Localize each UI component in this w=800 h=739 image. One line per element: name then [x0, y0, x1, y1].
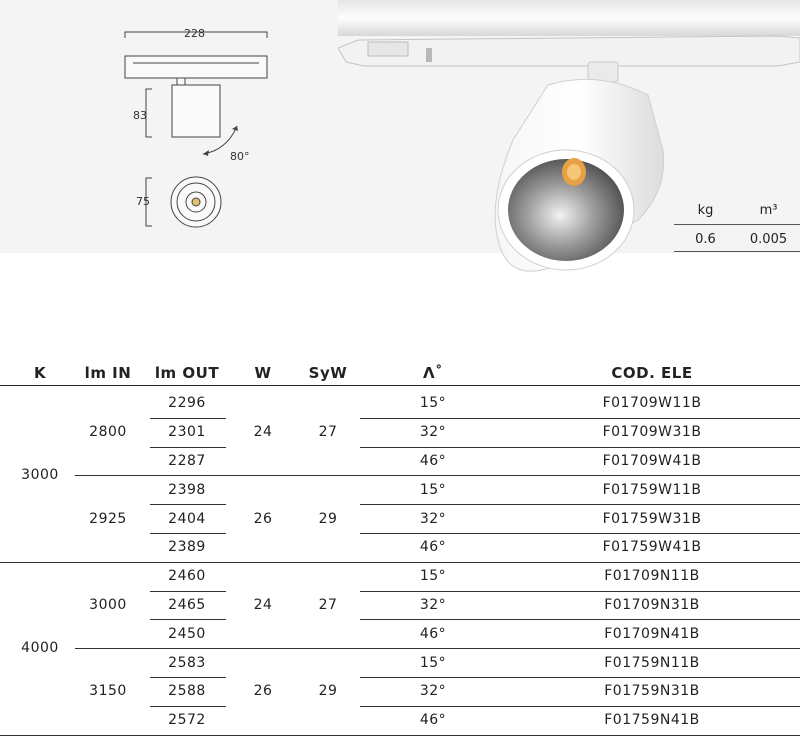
product-code: F01709W11B [602, 395, 702, 412]
row-divider [150, 533, 226, 534]
lm-out-value: 2287 [168, 453, 206, 469]
beam-angle-value: 15° [419, 654, 447, 671]
row-divider [360, 533, 800, 534]
dimension-width: 228 [184, 27, 205, 40]
product-code: F01759W11B [602, 481, 702, 498]
header-lm-out: lm OUT [154, 364, 220, 382]
product-code: F01709N41B [604, 625, 700, 642]
lm-out-value: 2588 [168, 683, 206, 700]
product-code: F01759N31B [604, 683, 700, 700]
beam-angle-value: 32° [419, 683, 447, 700]
cct-value: 4000 [21, 640, 59, 657]
beam-angle-value: 46° [419, 539, 447, 556]
lm-out-value: 2450 [168, 625, 206, 642]
lm-out-value: 2465 [168, 597, 206, 613]
product-code: F01759W41B [602, 539, 702, 556]
watt-value: 26 [253, 683, 273, 700]
product-code: F01709W31B [602, 424, 702, 441]
header-lm-in: lm IN [84, 364, 132, 382]
beam-angle-value: 15° [419, 568, 447, 585]
packaging-volume-value: 0.005 [749, 232, 788, 247]
system-watt-value: 27 [318, 424, 338, 441]
lm-in-value: 2800 [89, 424, 127, 441]
lm-in-value: 3150 [89, 683, 127, 700]
cct-value: 3000 [21, 467, 59, 484]
row-divider [360, 417, 800, 419]
row-divider [360, 677, 800, 678]
row-divider [150, 677, 226, 678]
product-code: F01759N11B [604, 654, 700, 671]
lm-in-value: 3000 [89, 597, 127, 613]
watt-value: 26 [253, 510, 273, 527]
row-divider [360, 504, 800, 506]
header-k: K [33, 364, 47, 382]
row-divider [360, 619, 800, 621]
row-divider [360, 590, 800, 592]
lm-out-value: 2389 [168, 539, 206, 556]
beam-angle-value: 46° [419, 625, 447, 642]
dimension-diameter: 75 [136, 195, 150, 208]
packaging-weight-header: kg [674, 200, 737, 225]
row-divider [360, 446, 800, 448]
beam-angle-value: 32° [419, 424, 447, 441]
subgroup-divider [75, 648, 800, 650]
watt-value: 24 [253, 597, 273, 613]
beam-angle-value: 32° [419, 597, 447, 613]
lm-out-value: 2460 [168, 568, 206, 585]
header-w: W [254, 364, 272, 382]
dimension-rotation: 80° [230, 150, 250, 163]
table-bottom-border [0, 734, 800, 737]
spec-table-header: K lm IN lm OUT W SyW Λ˚ COD. ELE [0, 362, 800, 386]
header-code: COD. ELE [611, 364, 693, 382]
lm-out-value: 2404 [168, 510, 206, 527]
group-divider [0, 561, 800, 563]
lm-out-value: 2296 [168, 395, 206, 412]
lm-out-value: 2583 [168, 654, 206, 671]
row-divider [150, 619, 226, 621]
beam-angle-value: 15° [419, 395, 447, 412]
subgroup-divider [75, 475, 800, 477]
product-code: F01759W31B [602, 510, 702, 527]
lm-out-value: 2301 [168, 424, 206, 441]
product-code: F01709W41B [602, 453, 702, 469]
lm-out-value: 2572 [168, 712, 206, 729]
row-divider [150, 446, 226, 448]
product-code: F01709N11B [604, 568, 700, 585]
packaging-table: kg m³ 0.6 0.005 [674, 200, 800, 252]
beam-angle-value: 46° [419, 453, 447, 469]
header-angle: Λ˚ [422, 364, 444, 382]
row-divider [150, 705, 226, 707]
header-syw: SyW [308, 364, 348, 382]
product-code: F01759N41B [604, 712, 700, 729]
system-watt-value: 27 [318, 597, 338, 613]
row-divider [150, 417, 226, 419]
dimension-height: 83 [133, 109, 147, 122]
beam-angle-value: 32° [419, 510, 447, 527]
row-divider [360, 705, 800, 707]
product-code: F01709N31B [604, 597, 700, 613]
lm-out-value: 2398 [168, 481, 206, 498]
system-watt-value: 29 [318, 510, 338, 527]
packaging-weight-value: 0.6 [695, 232, 716, 247]
watt-value: 24 [253, 424, 273, 441]
beam-angle-value: 46° [419, 712, 447, 729]
lm-in-value: 2925 [89, 510, 127, 527]
beam-angle-value: 15° [419, 481, 447, 498]
row-divider [150, 504, 226, 506]
packaging-volume-header: m³ [737, 200, 800, 225]
row-divider [150, 590, 226, 592]
system-watt-value: 29 [318, 683, 338, 700]
